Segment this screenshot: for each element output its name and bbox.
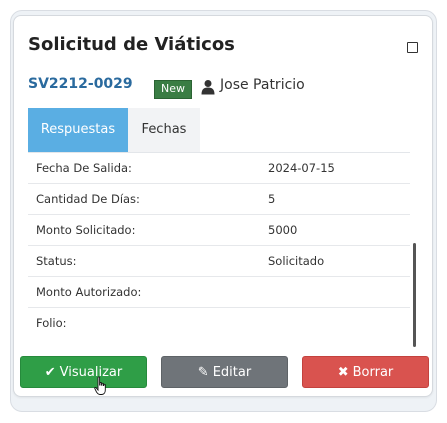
maximize-icon[interactable] [407, 42, 418, 53]
edit-button-label: Editar [212, 365, 252, 380]
scrollbar[interactable] [412, 153, 418, 349]
viaticos-card: Solicitud de Viáticos SV2212-0029 New Jo… [13, 15, 433, 397]
field-label: Cantidad De Días: [36, 192, 140, 206]
field-row: Monto Solicitado: 5000 [28, 215, 410, 246]
field-row: Monto Autorizado: [28, 277, 410, 308]
scrollbar-thumb[interactable] [413, 243, 416, 347]
tab-fechas[interactable]: Fechas [128, 108, 200, 152]
field-value: 5000 [268, 223, 298, 237]
check-icon: ✔ [44, 365, 56, 380]
edit-button[interactable]: ✎ Editar [161, 356, 288, 388]
x-icon: ✖ [337, 365, 349, 380]
field-row: Fecha De Salida: 2024-07-15 [28, 153, 410, 184]
field-value: 2024-07-15 [268, 161, 335, 175]
pencil-icon: ✎ [197, 365, 209, 380]
field-label: Monto Solicitado: [36, 223, 136, 237]
delete-button[interactable]: ✖ Borrar [302, 356, 429, 388]
fields-list[interactable]: Fecha De Salida: 2024-07-15 Cantidad De … [28, 153, 410, 349]
field-value: 5 [268, 192, 276, 206]
field-row: Cantidad De Días: 5 [28, 184, 410, 215]
user-name: Jose Patricio [220, 77, 305, 93]
field-label: Status: [36, 254, 77, 268]
field-label: Folio: [36, 316, 67, 330]
delete-button-label: Borrar [352, 365, 394, 380]
field-row: Status: Solicitado [28, 246, 410, 277]
card-title: Solicitud de Viáticos [28, 34, 235, 55]
field-label: Monto Autorizado: [36, 285, 142, 299]
field-value: Solicitado [268, 254, 325, 268]
user-icon [201, 80, 215, 95]
status-badge: New [154, 80, 192, 99]
field-row: Folio: [28, 308, 410, 338]
view-button-label: Visualizar [59, 365, 123, 380]
tab-respuestas[interactable]: Respuestas [28, 108, 128, 152]
request-code-link[interactable]: SV2212-0029 [28, 76, 133, 92]
field-label: Fecha De Salida: [36, 161, 132, 175]
hand-cursor-icon [94, 376, 106, 395]
view-button[interactable]: ✔ Visualizar [20, 356, 147, 388]
